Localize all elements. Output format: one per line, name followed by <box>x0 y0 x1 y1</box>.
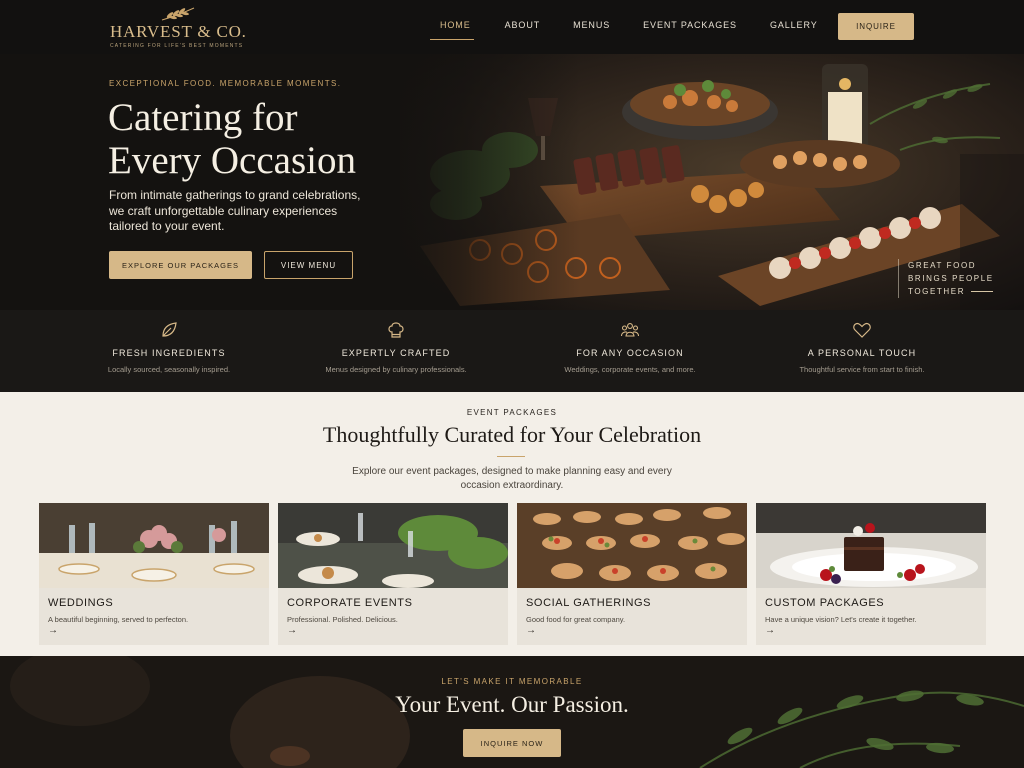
card-desc: Professional. Polished. Delicious. <box>287 615 398 624</box>
quote-dash <box>971 291 994 293</box>
package-card-weddings[interactable]: WEDDINGS A beautiful beginning, served t… <box>39 503 269 645</box>
custom-packages-image <box>756 503 986 588</box>
arrow-right-icon[interactable]: → <box>48 625 58 636</box>
brand-name: HARVEST & CO. <box>110 22 247 41</box>
nav-home[interactable]: HOME <box>440 20 471 30</box>
leaf-icon <box>162 322 177 337</box>
card-desc: A beautiful beginning, served to perfect… <box>48 615 189 624</box>
heart-icon <box>853 322 871 338</box>
packages-eyebrow: EVENT PACKAGES <box>466 408 558 417</box>
hero-title-line-2: Every Occasion <box>108 139 356 182</box>
wheat-leaf-icon <box>161 7 195 21</box>
feature-expertly-crafted: EXPERTLY CRAFTED Menus designed by culin… <box>286 310 506 374</box>
packages-title: Thoughtfully Curated for Your Celebratio… <box>322 422 702 447</box>
cta-section: LET'S MAKE IT MEMORABLE Your Event. Our … <box>0 656 1024 768</box>
nav-gallery[interactable]: GALLERY <box>770 20 818 30</box>
cta-eyebrow: LET'S MAKE IT MEMORABLE <box>441 677 583 686</box>
package-card-custom-packages[interactable]: CUSTOM PACKAGES Have a unique vision? Le… <box>756 503 986 645</box>
logo[interactable]: HARVEST & CO. CATERING FOR LIFE'S BEST M… <box>110 7 247 49</box>
explore-packages-button[interactable]: EXPLORE OUR PACKAGES <box>109 251 252 279</box>
hero-quote-line-3: TOGETHER <box>908 287 966 296</box>
nav-about[interactable]: ABOUT <box>505 20 541 30</box>
cta-title: Your Event. Our Passion. <box>395 692 629 717</box>
card-desc: Good food for great company. <box>526 615 626 624</box>
features-strip: FRESH INGREDIENTS Locally sourced, seaso… <box>0 310 1024 392</box>
feature-any-occasion: FOR ANY OCCASION Weddings, corporate eve… <box>520 310 740 374</box>
hero-quote: GREAT FOOD BRINGS PEOPLE TOGETHER <box>898 259 994 298</box>
active-nav-underline <box>430 39 474 40</box>
main-menu: HOME ABOUT MENUS EVENT PACKAGES GALLERY <box>426 20 818 30</box>
top-nav: HARVEST & CO. CATERING FOR LIFE'S BEST M… <box>0 0 1024 54</box>
feature-title: EXPERTLY CRAFTED <box>341 348 451 358</box>
hero-section: EXCEPTIONAL FOOD. MEMORABLE MOMENTS. Cat… <box>0 54 1024 310</box>
view-menu-button[interactable]: VIEW MENU <box>264 251 353 279</box>
weddings-image <box>39 503 269 588</box>
feature-desc: Menus designed by culinary professionals… <box>325 365 467 374</box>
title-divider <box>497 456 525 457</box>
chef-hat-icon <box>388 322 404 338</box>
hero-quote-line-3-row: TOGETHER <box>908 285 994 298</box>
inquire-button[interactable]: INQUIRE <box>838 13 914 40</box>
arrow-right-icon[interactable]: → <box>287 625 297 636</box>
package-card-social-gatherings[interactable]: SOCIAL GATHERINGS Good food for great co… <box>517 503 747 645</box>
feature-title: A PERSONAL TOUCH <box>807 348 917 358</box>
arrow-right-icon[interactable]: → <box>765 625 775 636</box>
hero-quote-line-2: BRINGS PEOPLE <box>908 274 994 283</box>
feature-fresh-ingredients: FRESH INGREDIENTS Locally sourced, seaso… <box>59 310 279 374</box>
feature-desc: Weddings, corporate events, and more. <box>564 365 696 374</box>
corporate-events-image <box>278 503 508 588</box>
arrow-right-icon[interactable]: → <box>526 625 536 636</box>
hero-description: From intimate gatherings to grand celebr… <box>109 188 361 233</box>
feature-title: FRESH INGREDIENTS <box>112 348 226 358</box>
nav-menus[interactable]: MENUS <box>573 20 610 30</box>
event-packages-section: EVENT PACKAGES Thoughtfully Curated for … <box>0 392 1024 656</box>
card-desc: Have a unique vision? Let's create it to… <box>765 615 917 624</box>
inquire-now-button[interactable]: INQUIRE NOW <box>463 729 561 757</box>
hero-eyebrow: EXCEPTIONAL FOOD. MEMORABLE MOMENTS. <box>109 79 342 88</box>
hero-title: Catering for Every Occasion <box>108 96 356 182</box>
hero-title-line-1: Catering for <box>108 96 298 139</box>
hero-quote-line-1: GREAT FOOD <box>908 261 977 270</box>
people-group-icon <box>620 323 640 337</box>
feature-desc: Locally sourced, seasonally inspired. <box>107 365 231 374</box>
card-title: SOCIAL GATHERINGS <box>526 597 652 609</box>
card-title: WEDDINGS <box>48 597 114 609</box>
packages-description: Explore our event packages, designed to … <box>352 466 672 491</box>
feature-desc: Thoughtful service from start to finish. <box>799 365 925 374</box>
feature-title: FOR ANY OCCASION <box>576 348 684 358</box>
package-card-corporate-events[interactable]: CORPORATE EVENTS Professional. Polished.… <box>278 503 508 645</box>
card-title: CORPORATE EVENTS <box>287 597 413 609</box>
card-title: CUSTOM PACKAGES <box>765 597 885 609</box>
nav-event-packages[interactable]: EVENT PACKAGES <box>643 20 737 30</box>
brand-tagline: CATERING FOR LIFE'S BEST MOMENTS <box>110 43 244 49</box>
feature-personal-touch: A PERSONAL TOUCH Thoughtful service from… <box>752 310 972 374</box>
social-gatherings-image <box>517 503 747 588</box>
